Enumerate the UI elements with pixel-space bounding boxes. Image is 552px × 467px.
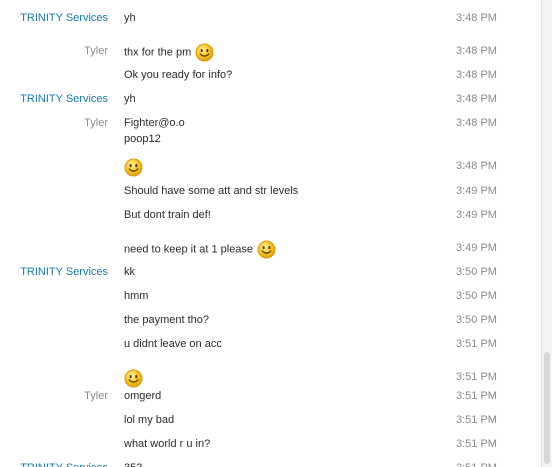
message-timestamp: 3:48 PM — [456, 93, 497, 105]
message-timestamp: 3:49 PM — [456, 242, 497, 254]
message-timestamp: 3:49 PM — [456, 209, 497, 221]
chat-message-row: Tyler omgerd 3:51 PM — [0, 388, 541, 406]
message-body: poop12 — [124, 131, 161, 147]
message-text: poop12 — [124, 133, 161, 145]
chat-message-row: hmm 3:50 PM — [0, 288, 541, 306]
chat-message-row: 3:48 PM — [0, 158, 541, 177]
message-body: yh — [124, 10, 136, 26]
message-text: Ok you ready for info? — [124, 69, 233, 81]
smiley-icon — [124, 369, 143, 388]
message-sender-name[interactable]: TRINITY Services — [20, 10, 108, 26]
chat-message-row: TRINITY Services yh 3:48 PM — [0, 10, 541, 28]
message-body: hmm — [124, 288, 148, 304]
message-text: lol my bad — [124, 414, 175, 426]
chat-message-row: poop12 — [0, 131, 541, 149]
message-timestamp: 3:48 PM — [456, 117, 497, 129]
message-timestamp: 3:48 PM — [456, 12, 497, 24]
chat-log[interactable]: TRINITY Services yh 3:48 PM Tyler thx for th… — [0, 0, 541, 467]
message-sender-name[interactable]: TRINITY Services — [20, 264, 108, 280]
message-body: 353 — [124, 460, 142, 467]
message-text: thx for the pm — [124, 46, 192, 59]
smiley-icon — [124, 158, 143, 177]
chat-message-row: Ok you ready for info? 3:48 PM — [0, 67, 541, 85]
message-sender-name[interactable]: Tyler — [84, 388, 108, 404]
message-body: need to keep it at 1 please — [124, 240, 276, 259]
message-timestamp: 3:48 PM — [456, 69, 497, 81]
message-body: Fighter@o.o — [124, 115, 185, 131]
message-timestamp: 3:50 PM — [456, 266, 497, 278]
message-text: yh — [124, 93, 136, 105]
message-text: need to keep it at 1 please — [124, 243, 254, 256]
smiley-icon — [195, 43, 214, 62]
message-body: Should have some att and str levels — [124, 183, 298, 199]
chat-message-row: lol my bad 3:51 PM — [0, 412, 541, 430]
message-body: kk — [124, 264, 135, 280]
chat-message-row: Should have some att and str levels 3:49 … — [0, 183, 541, 201]
message-timestamp: 3:51 PM — [456, 338, 497, 350]
message-text: yh — [124, 12, 136, 24]
message-text: Fighter@o.o — [124, 117, 185, 129]
message-text: Should have some att and str levels — [124, 185, 299, 197]
message-timestamp: 3:48 PM — [456, 45, 497, 57]
message-body: u didnt leave on acc — [124, 336, 222, 352]
message-timestamp: 3:51 PM — [456, 438, 497, 450]
message-text: hmm — [124, 290, 149, 302]
chat-message-row: Tyler thx for the pm 3:48 PM — [0, 43, 541, 62]
chat-message-row: But dont train def! 3:49 PM — [0, 207, 541, 225]
message-body: what world r u in? — [124, 436, 210, 452]
message-body: thx for the pm — [124, 43, 214, 62]
vertical-scrollbar[interactable] — [541, 0, 552, 467]
scrollbar-thumb[interactable] — [544, 352, 550, 464]
message-sender-name[interactable]: TRINITY Services — [20, 91, 108, 107]
message-body — [124, 369, 143, 388]
message-text: But dont train def! — [124, 209, 211, 221]
message-body — [124, 158, 143, 177]
message-body: But dont train def! — [124, 207, 211, 223]
message-text: 353 — [124, 462, 142, 467]
message-body: Ok you ready for info? — [124, 67, 232, 83]
chat-message-row: u didnt leave on acc 3:51 PM — [0, 336, 541, 354]
message-sender-name[interactable]: Tyler — [84, 115, 108, 131]
chat-message-row: 3:51 PM — [0, 369, 541, 388]
smiley-icon — [257, 240, 276, 259]
message-timestamp: 3:51 PM — [456, 390, 497, 402]
message-text: omgerd — [124, 390, 162, 402]
message-text: kk — [124, 266, 135, 278]
message-timestamp: 3:48 PM — [456, 160, 497, 172]
chat-message-row: what world r u in? 3:51 PM — [0, 436, 541, 454]
chat-message-row: TRINITY Services yh 3:48 PM — [0, 91, 541, 109]
message-timestamp: 3:51 PM — [456, 371, 497, 383]
message-sender-name[interactable]: TRINITY Services — [20, 460, 108, 467]
message-text: what world r u in? — [124, 438, 211, 450]
message-body: omgerd — [124, 388, 161, 404]
message-timestamp: 3:50 PM — [456, 290, 497, 302]
message-body: the payment tho? — [124, 312, 209, 328]
message-body: yh — [124, 91, 136, 107]
message-body: lol my bad — [124, 412, 174, 428]
message-timestamp: 3:51 PM — [456, 460, 497, 467]
message-text: the payment tho? — [124, 314, 210, 326]
chat-message-row: the payment tho? 3:50 PM — [0, 312, 541, 330]
message-timestamp: 3:49 PM — [456, 185, 497, 197]
chat-message-row: TRINITY Services kk 3:50 PM — [0, 264, 541, 282]
message-timestamp: 3:51 PM — [456, 414, 497, 426]
message-text: u didnt leave on acc — [124, 338, 222, 350]
chat-message-row: TRINITY Services 353 3:51 PM — [0, 460, 541, 467]
message-timestamp: 3:50 PM — [456, 314, 497, 326]
chat-message-row: need to keep it at 1 please 3:49 PM — [0, 240, 541, 259]
message-sender-name[interactable]: Tyler — [84, 43, 108, 59]
